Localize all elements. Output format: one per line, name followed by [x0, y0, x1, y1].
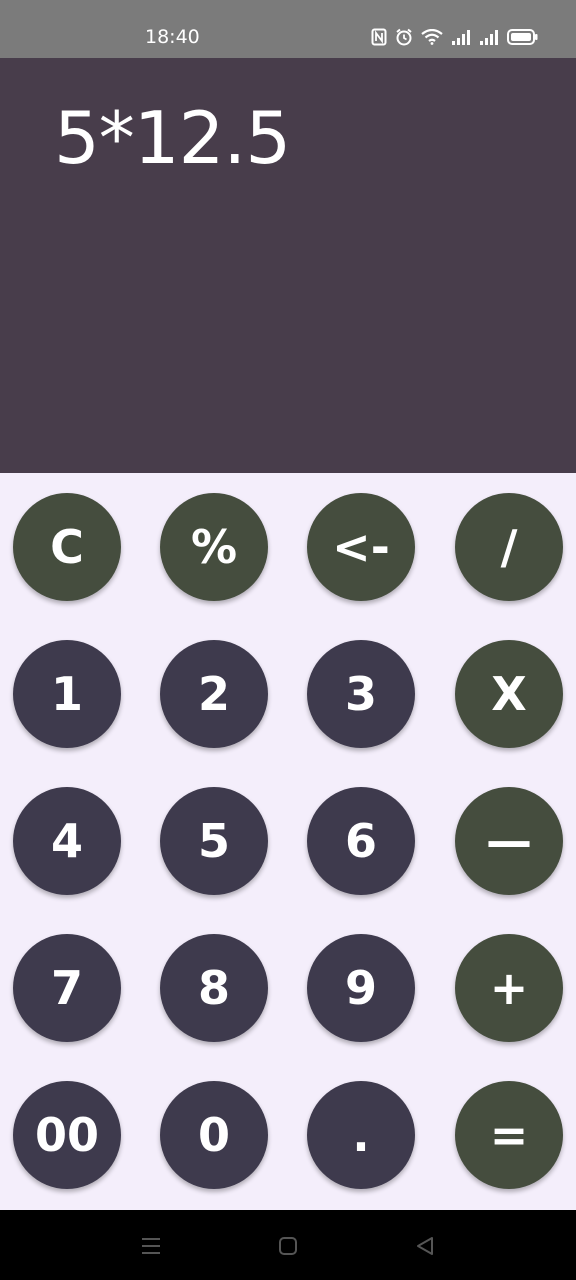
digit-4-button[interactable]: 4 — [13, 787, 121, 895]
calculator-display: 5*12.5 — [0, 58, 576, 473]
wifi-icon — [421, 29, 443, 45]
home-icon[interactable] — [276, 1234, 300, 1258]
alarm-icon — [396, 28, 412, 46]
multiply-button[interactable]: X — [455, 640, 563, 748]
digit-9-button[interactable]: 9 — [307, 934, 415, 1042]
back-icon[interactable] — [413, 1234, 437, 1258]
divide-button[interactable]: / — [455, 493, 563, 601]
signal-icon — [452, 30, 470, 45]
digit-5-button[interactable]: 5 — [160, 787, 268, 895]
digit-7-button[interactable]: 7 — [13, 934, 121, 1042]
digit-2-button[interactable]: 2 — [160, 640, 268, 748]
navigation-bar — [0, 1210, 576, 1280]
decimal-point-button[interactable]: . — [307, 1081, 415, 1189]
digit-8-button[interactable]: 8 — [160, 934, 268, 1042]
clear-button[interactable]: C — [13, 493, 121, 601]
add-button[interactable]: + — [455, 934, 563, 1042]
digit-1-button[interactable]: 1 — [13, 640, 121, 748]
expression-text: 5*12.5 — [54, 96, 291, 180]
subtract-button[interactable]: — — [455, 787, 563, 895]
status-bar: 18:40 — [0, 0, 576, 58]
keypad: C % <- / 1 2 3 X 4 5 6 — 7 8 9 + 00 0 . … — [0, 473, 576, 1210]
status-icons — [371, 27, 538, 47]
nfc-icon — [371, 28, 387, 46]
status-time: 18:40 — [145, 26, 200, 48]
double-zero-button[interactable]: 00 — [13, 1081, 121, 1189]
percent-button[interactable]: % — [160, 493, 268, 601]
digit-0-button[interactable]: 0 — [160, 1081, 268, 1189]
digit-3-button[interactable]: 3 — [307, 640, 415, 748]
signal-icon — [480, 30, 498, 45]
backspace-button[interactable]: <- — [307, 493, 415, 601]
digit-6-button[interactable]: 6 — [307, 787, 415, 895]
battery-icon — [507, 29, 538, 45]
menu-icon[interactable] — [139, 1234, 163, 1258]
equals-button[interactable]: = — [455, 1081, 563, 1189]
